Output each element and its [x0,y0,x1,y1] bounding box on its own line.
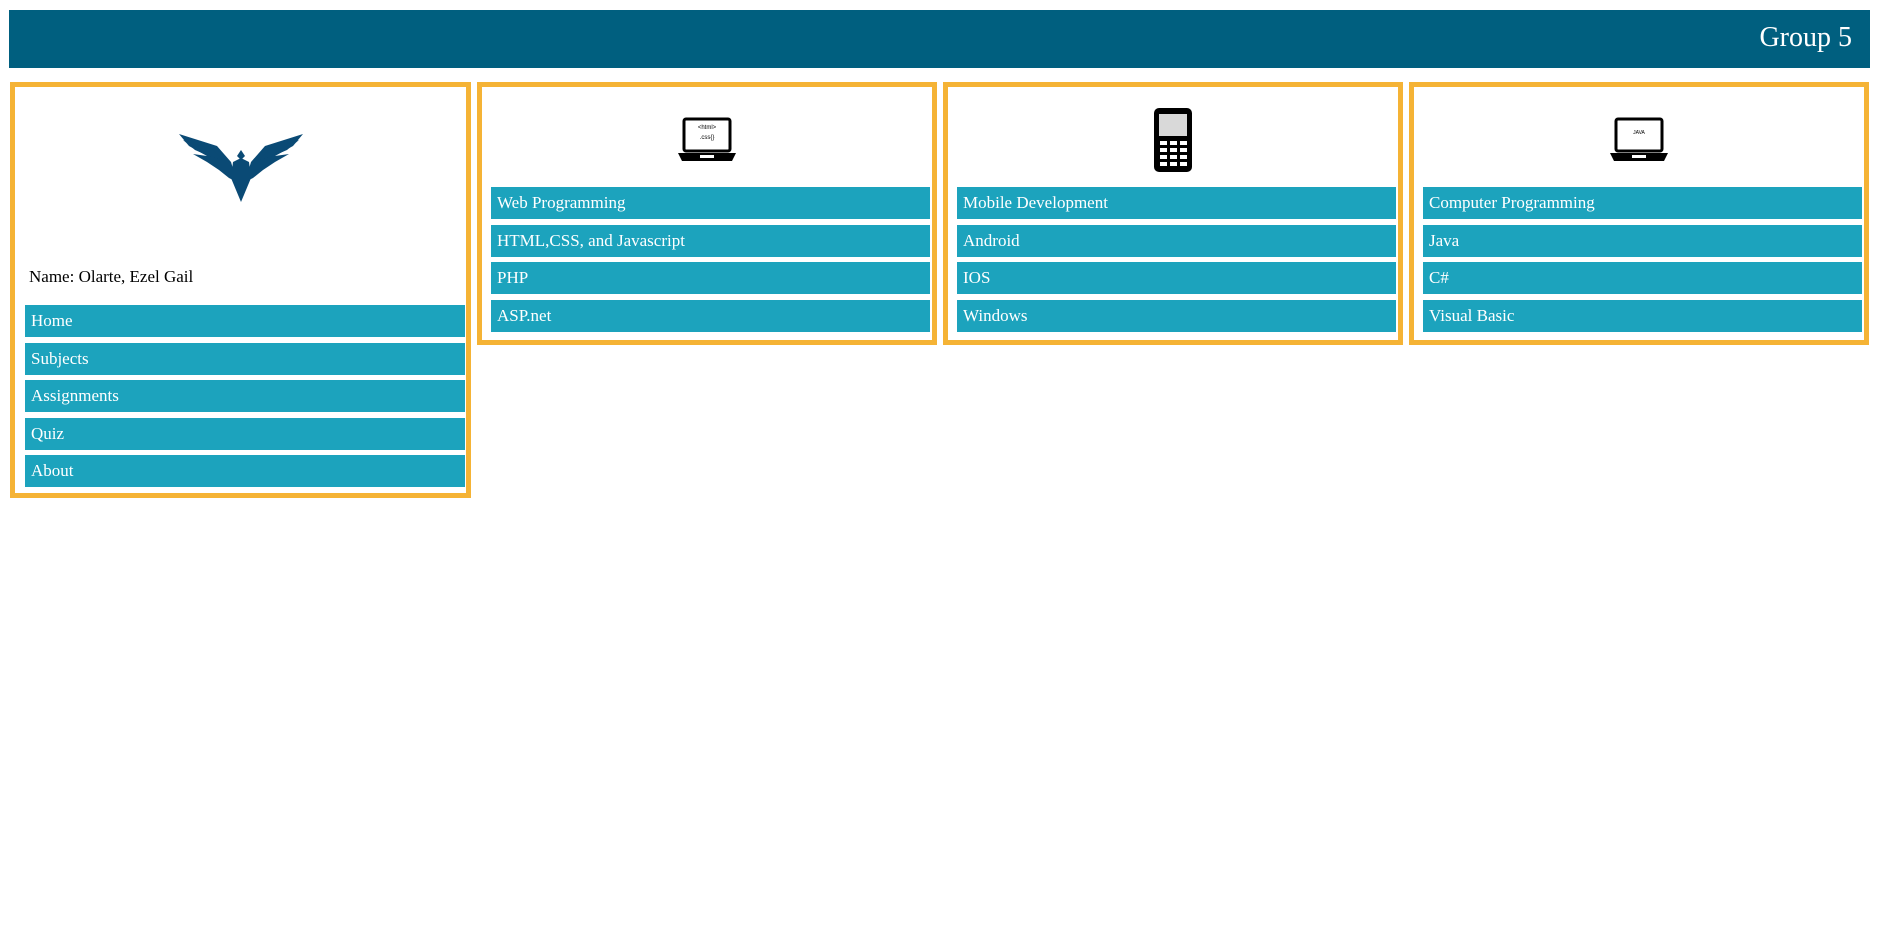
laptop-screen-text: <html> [698,125,717,131]
sidebar-item-quiz[interactable]: Quiz [25,417,465,450]
topic-item[interactable]: HTML,CSS, and Javascript [491,224,930,257]
logo-container [15,132,466,212]
student-name: Name: Olarte, Ezel Gail [29,267,194,286]
topic-item[interactable]: Mobile Development [957,187,1396,219]
laptop-html-icon: <html> .css{} [678,117,736,161]
topic-item[interactable]: Java [1423,224,1862,257]
mobile-development-panel: Mobile Development Android IOS Windows [943,82,1403,345]
mobile-phone-icon [1154,108,1192,172]
eagle-logo-icon [178,134,303,202]
topic-item[interactable]: Windows [957,299,1396,332]
topic-item[interactable]: Computer Programming [1423,187,1862,219]
icon-container: JAVA [1414,107,1864,173]
laptop-java-icon: JAVA [1610,117,1668,161]
topic-item[interactable]: IOS [957,262,1396,294]
header-bar: Group 5 [9,10,1870,68]
icon-container: <html> .css{} [482,107,932,173]
web-programming-panel: <html> .css{} Web Programming HTML,CSS, … [477,82,937,345]
topic-item[interactable]: PHP [491,262,930,294]
topic-list: Web Programming HTML,CSS, and Javascript… [491,187,930,337]
sidebar-nav: Home Subjects Assignments Quiz About [25,305,465,493]
laptop-screen-text: .css{} [700,135,715,141]
page-title: Group 5 [1759,22,1852,53]
topic-item[interactable]: Visual Basic [1423,299,1862,332]
topic-list: Mobile Development Android IOS Windows [957,187,1396,337]
topic-item[interactable]: C# [1423,262,1862,294]
sidebar-item-about[interactable]: About [25,455,465,487]
sidebar-item-home[interactable]: Home [25,305,465,337]
sidebar-item-subjects[interactable]: Subjects [25,342,465,375]
icon-container [948,107,1398,173]
sidebar-item-assignments[interactable]: Assignments [25,380,465,412]
laptop-screen-text: JAVA [1633,130,1645,136]
computer-programming-panel: JAVA Computer Programming Java C# Visual… [1409,82,1869,345]
topic-item[interactable]: ASP.net [491,299,930,332]
topic-item[interactable]: Android [957,224,1396,257]
topic-list: Computer Programming Java C# Visual Basi… [1423,187,1862,337]
sidebar-panel: Name: Olarte, Ezel Gail Home Subjects As… [10,82,471,498]
topic-item[interactable]: Web Programming [491,187,930,219]
